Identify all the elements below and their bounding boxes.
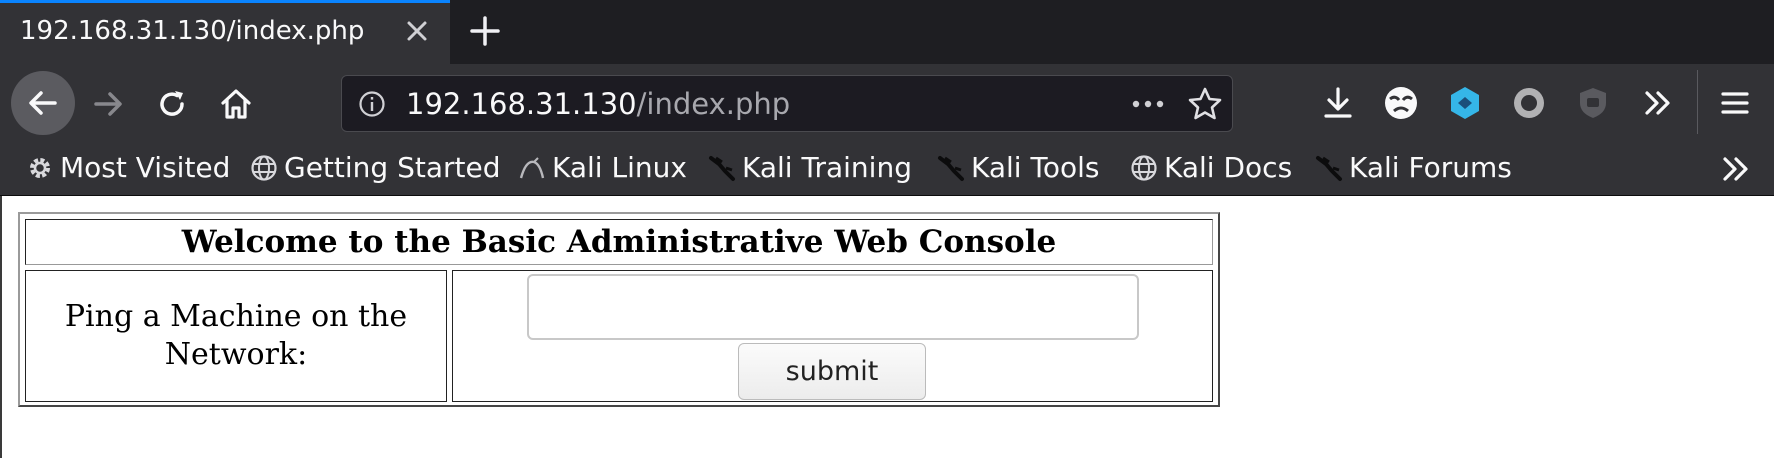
tab-strip: 192.168.31.130/index.php: [0, 0, 1774, 64]
kali-dragon-icon: [938, 156, 964, 181]
bookmark-label: Kali Linux: [552, 151, 687, 184]
ghost-face-icon: [1385, 87, 1417, 119]
app-menu-button[interactable]: [1714, 82, 1756, 124]
ping-address-input[interactable]: [527, 274, 1139, 340]
hexagon-extension-icon: [1451, 87, 1479, 119]
extension-wappalyzer-button[interactable]: [1444, 82, 1486, 124]
page-content: Welcome to the Basic Administrative Web …: [0, 196, 1774, 458]
back-button[interactable]: [11, 71, 75, 135]
home-button[interactable]: [206, 74, 266, 134]
tab-title: 192.168.31.130/index.php: [20, 16, 365, 46]
navigation-toolbar: 192.168.31.130/index.php: [0, 64, 1774, 141]
bookmark-kali-linux[interactable]: Kali Linux: [518, 149, 687, 187]
shield-icon: [1580, 88, 1606, 118]
kali-dragon-icon: [709, 156, 735, 181]
bookmark-star-icon[interactable]: [1186, 85, 1224, 123]
forward-arrow-icon: [94, 92, 122, 116]
active-tab-indicator: [0, 0, 450, 3]
info-icon[interactable]: [358, 90, 386, 118]
download-icon: [1324, 87, 1352, 118]
url-text[interactable]: 192.168.31.130/index.php: [406, 86, 790, 122]
extension-circle-button[interactable]: [1508, 82, 1550, 124]
globe-icon: [251, 155, 277, 181]
toolbar-separator: [1697, 70, 1698, 134]
bookmark-kali-training[interactable]: Kali Training: [708, 149, 912, 187]
double-chevron-icon: [1645, 91, 1670, 115]
reload-button[interactable]: [142, 74, 202, 134]
console-table: Welcome to the Basic Administrative Web …: [18, 212, 1220, 407]
extension-shield-button[interactable]: [1572, 82, 1614, 124]
close-tab-icon[interactable]: [400, 14, 434, 48]
bookmark-label: Kali Tools: [971, 151, 1100, 184]
ping-label: Ping a Machine on the Network:: [64, 299, 408, 372]
gear-icon: [30, 158, 50, 178]
ping-label-cell: Ping a Machine on the Network:: [25, 270, 447, 402]
active-tab[interactable]: 192.168.31.130/index.php: [0, 0, 450, 64]
back-arrow-icon: [29, 91, 57, 115]
page-actions-icon[interactable]: [1128, 90, 1168, 118]
bookmarks-toolbar: Most Visited Getting Started Kali Linux …: [0, 141, 1774, 196]
page-title: Welcome to the Basic Administrative Web …: [181, 224, 1057, 260]
extension-ghost-button[interactable]: [1380, 82, 1422, 124]
bookmark-label: Kali Training: [742, 151, 912, 184]
bookmark-label: Most Visited: [60, 151, 231, 184]
submit-button[interactable]: submit: [738, 343, 926, 400]
table-header-cell: Welcome to the Basic Administrative Web …: [25, 219, 1213, 265]
bookmarks-overflow-icon[interactable]: [1716, 149, 1756, 189]
forward-button[interactable]: [78, 74, 138, 134]
url-path: /index.php: [636, 87, 791, 121]
bookmark-label: Kali Forums: [1349, 151, 1512, 184]
url-bar[interactable]: 192.168.31.130/index.php: [341, 75, 1233, 132]
downloads-button[interactable]: [1317, 82, 1359, 124]
reload-icon: [160, 91, 184, 116]
kali-dragon-icon: [1316, 156, 1342, 181]
hamburger-menu-icon: [1721, 92, 1749, 114]
bookmark-kali-docs[interactable]: Kali Docs: [1130, 149, 1292, 187]
bookmark-kali-forums[interactable]: Kali Forums: [1315, 149, 1512, 187]
ping-form-cell: submit: [452, 270, 1213, 402]
circle-extension-icon: [1514, 88, 1544, 118]
new-tab-icon[interactable]: [466, 12, 504, 50]
globe-icon: [1131, 155, 1157, 181]
bookmark-most-visited[interactable]: Most Visited: [26, 149, 230, 187]
url-host: 192.168.31.130: [406, 87, 637, 121]
bookmark-label: Getting Started: [284, 151, 501, 184]
overflow-menu-button[interactable]: [1636, 82, 1678, 124]
home-icon: [221, 89, 251, 119]
bookmark-kali-tools[interactable]: Kali Tools: [937, 149, 1099, 187]
kali-dragon-icon: [519, 157, 545, 179]
bookmark-getting-started[interactable]: Getting Started: [250, 149, 500, 187]
bookmark-label: Kali Docs: [1164, 151, 1293, 184]
